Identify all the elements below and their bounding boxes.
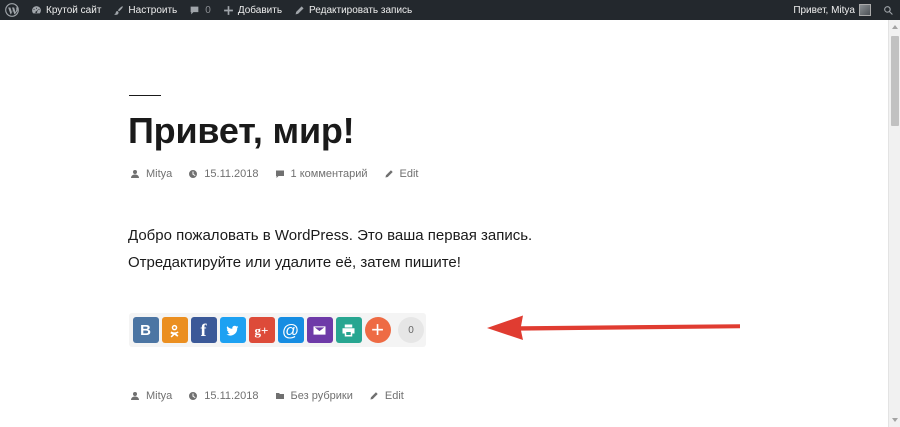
post-meta-bottom: Mitya 15.11.2018 Без рубрики Edit	[130, 390, 420, 402]
share-twitter-button[interactable]	[219, 317, 246, 343]
avatar	[859, 4, 871, 16]
twitter-icon	[226, 325, 239, 335]
share-vk-button[interactable]: В	[132, 317, 159, 343]
red-arrow-annotation-icon	[487, 315, 740, 340]
edit-post-menu[interactable]: Редактировать запись	[288, 0, 418, 20]
search-icon	[884, 5, 893, 15]
post-date-link[interactable]: 15.11.2018	[204, 168, 258, 180]
share-odnoklassniki-button[interactable]	[161, 317, 188, 343]
post-author-bottom[interactable]: Mitya	[130, 390, 172, 402]
post-paragraph-1: Добро пожаловать в WordPress. Это ваша п…	[128, 227, 533, 244]
google-plus-icon: g+	[254, 322, 269, 338]
post-paragraph-2: Отредактируйте или удалите её, затем пиш…	[128, 254, 461, 271]
new-content-menu[interactable]: Добавить	[217, 0, 288, 20]
post-edit-bottom-link[interactable]: Edit	[385, 390, 404, 402]
clock-icon	[189, 392, 198, 400]
site-name-menu[interactable]: Крутой сайт	[25, 0, 107, 20]
post-meta-top: Mitya 15.11.2018 1 комментарий Edit	[130, 168, 434, 180]
share-print-button[interactable]	[335, 317, 362, 343]
admin-bar-right: Привет, Mitya	[787, 0, 900, 20]
post-author[interactable]: Mitya	[130, 168, 172, 180]
pencil-icon	[295, 5, 304, 14]
more-icon: +	[371, 317, 384, 342]
mail-ru-icon: @	[281, 320, 300, 340]
comments-count: 0	[205, 4, 211, 16]
share-more-button[interactable]: +	[364, 317, 391, 343]
post-content: Добро пожаловать в WordPress. Это ваша п…	[128, 222, 532, 276]
scroll-thumb[interactable]	[891, 36, 899, 126]
user-icon	[131, 170, 139, 178]
dashboard-icon	[32, 5, 41, 13]
odnoklassniki-icon	[170, 324, 179, 337]
share-facebook-button[interactable]: f	[190, 317, 217, 343]
vertical-scrollbar[interactable]	[888, 20, 900, 427]
post-author-bottom-link[interactable]: Mitya	[146, 390, 172, 402]
post-date-bottom[interactable]: 15.11.2018	[188, 390, 259, 402]
share-email-button[interactable]	[306, 317, 333, 343]
share-mail-ru-button[interactable]: @	[277, 317, 304, 343]
post-comments[interactable]: 1 комментарий	[275, 168, 368, 180]
pencil-icon	[384, 170, 393, 178]
new-content-label: Добавить	[237, 4, 283, 16]
post-edit[interactable]: Edit	[384, 168, 419, 180]
post-date[interactable]: 15.11.2018	[188, 168, 259, 180]
site-name-label: Крутой сайт	[46, 4, 102, 16]
greeting-label: Привет, Mitya	[793, 4, 855, 16]
post-date-bottom-link[interactable]: 15.11.2018	[204, 390, 258, 402]
post-edit-bottom[interactable]: Edit	[369, 390, 404, 402]
post-comments-link[interactable]: 1 комментарий	[291, 168, 368, 180]
comment-icon	[275, 170, 284, 178]
paintbrush-icon	[114, 5, 124, 15]
scroll-down-arrow-icon[interactable]	[892, 418, 898, 422]
admin-bar: Крутой сайт Настроить 0 Добавить Редакти…	[0, 0, 900, 20]
print-icon	[342, 324, 355, 336]
pencil-icon	[370, 392, 378, 400]
plus-icon	[223, 5, 233, 15]
comment-bubble-icon	[190, 6, 199, 14]
account-menu[interactable]: Привет, Mitya	[787, 0, 877, 20]
wordpress-icon	[5, 3, 19, 17]
title-divider	[129, 95, 161, 96]
share-counter: 0	[398, 317, 424, 343]
post-title: Привет, мир!	[128, 110, 355, 151]
share-buttons: В f g+ @ + 0	[129, 313, 426, 347]
customize-menu[interactable]: Настроить	[107, 0, 183, 20]
search-button[interactable]	[877, 0, 900, 20]
clock-icon	[189, 170, 198, 178]
comments-menu[interactable]: 0	[183, 0, 217, 20]
post-edit-link[interactable]: Edit	[400, 168, 419, 180]
user-icon	[131, 392, 139, 400]
wordpress-logo-button[interactable]	[0, 0, 25, 20]
edit-post-label: Редактировать запись	[309, 4, 413, 16]
post-category[interactable]: Без рубрики	[275, 390, 353, 402]
scroll-up-arrow-icon[interactable]	[892, 25, 898, 29]
email-icon	[313, 325, 326, 335]
folder-icon	[275, 393, 284, 399]
facebook-icon: f	[200, 320, 207, 340]
customize-label: Настроить	[128, 4, 178, 16]
post-author-link[interactable]: Mitya	[146, 168, 172, 180]
vk-icon: В	[140, 321, 151, 339]
post-category-link[interactable]: Без рубрики	[291, 390, 353, 402]
share-google-plus-button[interactable]: g+	[248, 317, 275, 343]
